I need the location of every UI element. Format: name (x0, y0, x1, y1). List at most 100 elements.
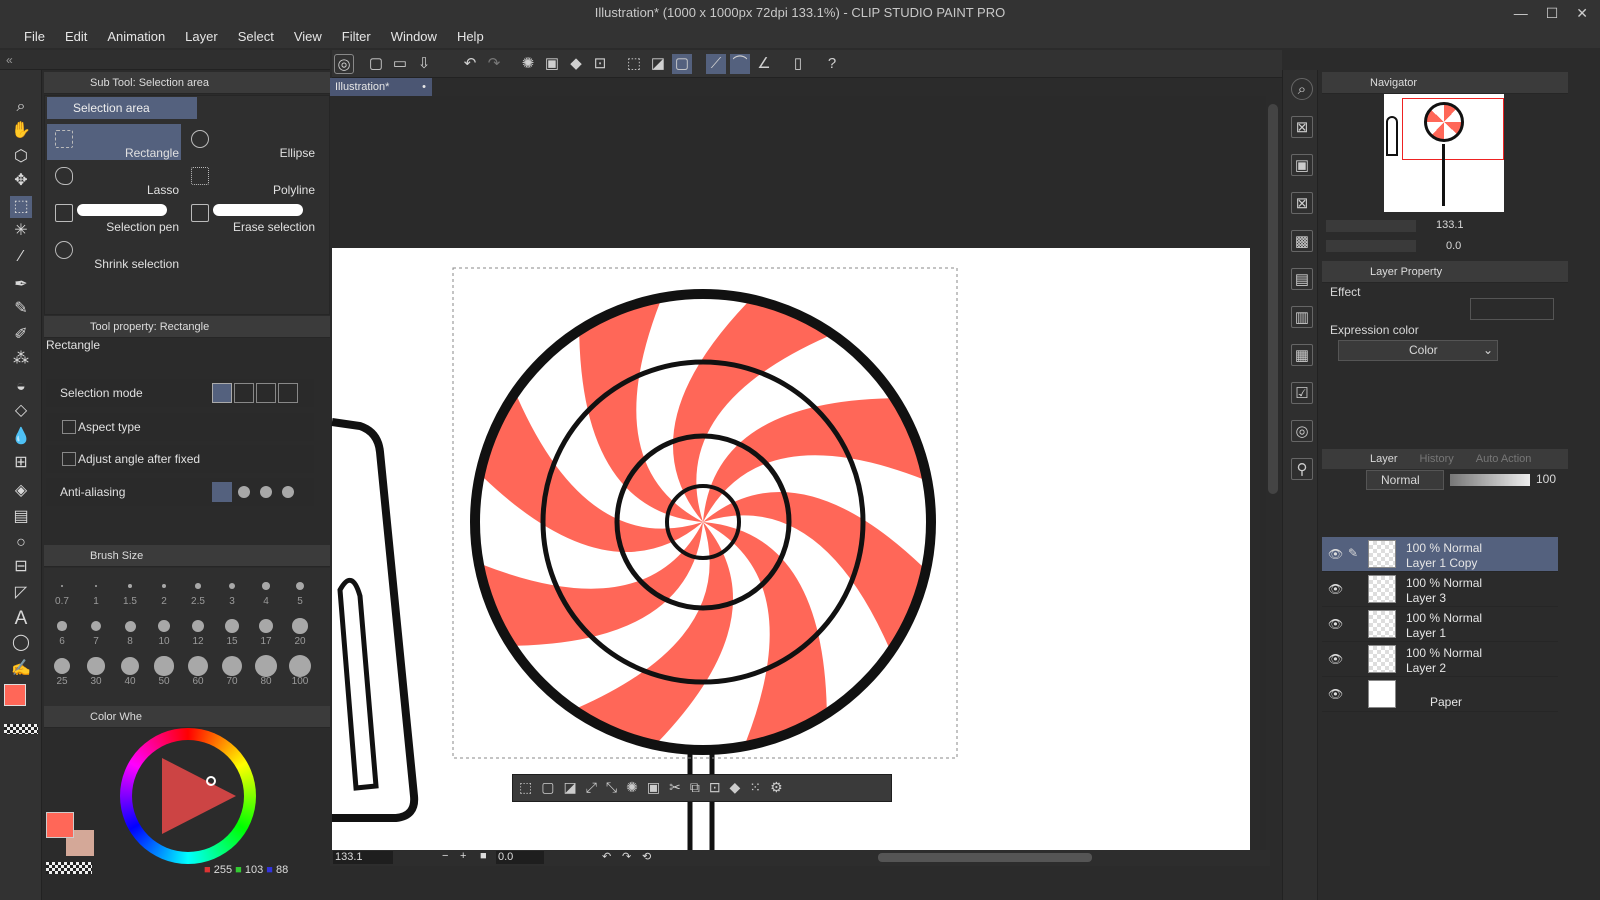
material-4-icon[interactable]: ▩ (1291, 230, 1313, 252)
brush-size-option[interactable] (90, 620, 102, 632)
eye-icon[interactable]: 👁 (1328, 547, 1343, 561)
brush-size-option[interactable] (154, 656, 174, 676)
hand-tool-icon[interactable]: ✋ (10, 120, 32, 142)
collapse-icon[interactable]: « (6, 53, 13, 67)
vertical-scrollbar[interactable] (1266, 96, 1280, 856)
menu-view[interactable]: View (284, 26, 332, 48)
brush-size-option[interactable] (120, 656, 140, 676)
adjust-angle-row[interactable]: Adjust angle after fixed (46, 445, 314, 473)
selection-mode-row[interactable]: Selection mode (46, 379, 314, 407)
balloon-icon[interactable]: ◯ (10, 632, 32, 654)
horizontal-scrollbar[interactable] (878, 853, 1092, 862)
brush-tool-icon[interactable]: ✐ (10, 324, 32, 346)
minimize-button[interactable]: — (1514, 5, 1528, 21)
rotation-field[interactable]: 0.0 (496, 851, 544, 864)
brush-size-option[interactable] (94, 584, 98, 588)
deselect-launcher-icon[interactable]: ⬚ (519, 779, 532, 797)
clear-launcher-icon[interactable]: ▢ (541, 779, 554, 797)
layer-row[interactable]: 👁 100 % Normal Layer 3 (1322, 572, 1558, 607)
rotate-left-icon[interactable]: ↶ (602, 850, 611, 863)
material-10-icon[interactable]: ⚲ (1291, 458, 1313, 480)
brush-size-option[interactable] (228, 582, 236, 590)
menu-select[interactable]: Select (228, 26, 284, 48)
snap-grid-icon[interactable]: ∠ (754, 54, 774, 74)
saturation-triangle[interactable] (162, 758, 236, 834)
subtool-group-tab[interactable]: Selection area (47, 97, 197, 119)
snap-ruler-icon[interactable]: ⟋ (706, 54, 726, 74)
eye-icon[interactable]: 👁 (1328, 652, 1343, 666)
move-layer-icon[interactable]: ✥ (10, 170, 32, 192)
copy-paste-icon[interactable]: ⧉ (690, 779, 700, 797)
adjust-angle-checkbox[interactable] (62, 452, 76, 466)
new-selection-icon[interactable] (212, 383, 232, 403)
brush-size-option[interactable] (225, 619, 239, 633)
fill-launcher-icon[interactable]: ◆ (730, 779, 741, 797)
brush-size-option[interactable] (289, 655, 311, 677)
material-5-icon[interactable]: ▤ (1291, 268, 1313, 290)
menu-help[interactable]: Help (447, 26, 494, 48)
tab-layer[interactable]: Layer (1370, 449, 1398, 469)
shrink-launcher-icon[interactable]: ⤡ (606, 779, 617, 797)
text-tool-icon[interactable]: A (10, 608, 32, 630)
opacity-value[interactable]: 100 (1536, 472, 1556, 486)
invert-launcher-icon[interactable]: ◪ (563, 779, 576, 797)
gradient-icon[interactable]: ▤ (10, 506, 32, 528)
layer-row[interactable]: 👁 100 % Normal Layer 2 (1322, 642, 1558, 677)
subtool-rectangle[interactable]: Rectangle (47, 124, 181, 160)
navigator-zoom-slider[interactable] (1326, 220, 1416, 232)
material-3-icon[interactable]: ⊠ (1291, 192, 1313, 214)
subtool-selection-pen[interactable]: Selection pen (47, 198, 181, 234)
menu-file[interactable]: File (14, 26, 55, 48)
deselect-icon[interactable]: ⬚ (624, 54, 644, 74)
brush-size-option[interactable] (195, 583, 201, 589)
figure-icon[interactable]: ○ (10, 532, 32, 554)
pen-tool-icon[interactable]: ✒ (10, 274, 32, 296)
subtract-selection-icon[interactable] (256, 383, 276, 403)
fill-tool-icon[interactable]: ◈ (10, 480, 32, 502)
hue-ring[interactable] (120, 728, 256, 864)
show-selection-icon[interactable]: ▢ (672, 54, 692, 74)
selection-tool-icon[interactable]: ⬚ (10, 196, 32, 218)
subtool-lasso[interactable]: Lasso (47, 161, 181, 197)
menu-layer[interactable]: Layer (175, 26, 228, 48)
effect-buttons[interactable] (1470, 298, 1554, 320)
intersect-selection-icon[interactable] (278, 383, 298, 403)
layer-row[interactable]: 👁 Paper (1322, 677, 1558, 712)
opacity-slider[interactable] (1450, 474, 1530, 486)
decoration-icon[interactable]: ◒ (10, 376, 32, 398)
aa-medium-icon[interactable] (260, 486, 272, 498)
blend-tool-icon[interactable]: 💧 (10, 426, 32, 448)
navigator-preview[interactable] (1384, 94, 1504, 212)
frame-icon[interactable]: ⊟ (10, 556, 32, 578)
brush-size-option[interactable] (258, 618, 274, 634)
brush-size-option[interactable] (53, 657, 71, 675)
material-7-icon[interactable]: ▦ (1291, 344, 1313, 366)
material-2-icon[interactable]: ▣ (1291, 154, 1313, 176)
brush-size-option[interactable] (191, 619, 205, 633)
main-color-swatch[interactable] (4, 684, 26, 706)
eyedropper-icon[interactable]: ⁄ (10, 246, 32, 268)
expand-launcher-icon[interactable]: ⤢ (586, 779, 597, 797)
blend-mode-select[interactable]: Normal (1366, 470, 1444, 490)
cut-icon[interactable]: ✂ (669, 779, 681, 797)
launcher-settings-icon[interactable]: ⚙ (770, 779, 783, 797)
brush-size-option[interactable] (255, 655, 277, 677)
help-icon[interactable]: ? (822, 54, 842, 74)
menu-filter[interactable]: Filter (332, 26, 381, 48)
zoom-field[interactable]: 133.1 (333, 851, 393, 864)
subtool-shrink-selection[interactable]: Shrink selection (47, 235, 181, 271)
rotate-right-icon[interactable]: ↷ (622, 850, 631, 863)
new-tone-icon[interactable]: ⁙ (749, 779, 761, 797)
aa-weak-icon[interactable] (238, 486, 250, 498)
invert-selection-icon[interactable]: ◪ (648, 54, 668, 74)
save-icon[interactable]: ⇩ (414, 54, 434, 74)
reset-rotation-icon[interactable]: ⟲ (642, 850, 651, 863)
layer-row[interactable]: 👁 100 % Normal Layer 1 (1322, 607, 1558, 642)
correct-line-icon[interactable]: ✍ (10, 658, 32, 680)
redo-icon[interactable]: ↷ (484, 54, 504, 74)
brush-size-option[interactable] (221, 655, 243, 677)
main-color-chip[interactable] (46, 812, 74, 838)
tab-auto-action[interactable]: Auto Action (1476, 449, 1532, 469)
brush-size-option[interactable] (295, 581, 305, 591)
auto-select-icon[interactable]: ✳ (10, 220, 32, 242)
